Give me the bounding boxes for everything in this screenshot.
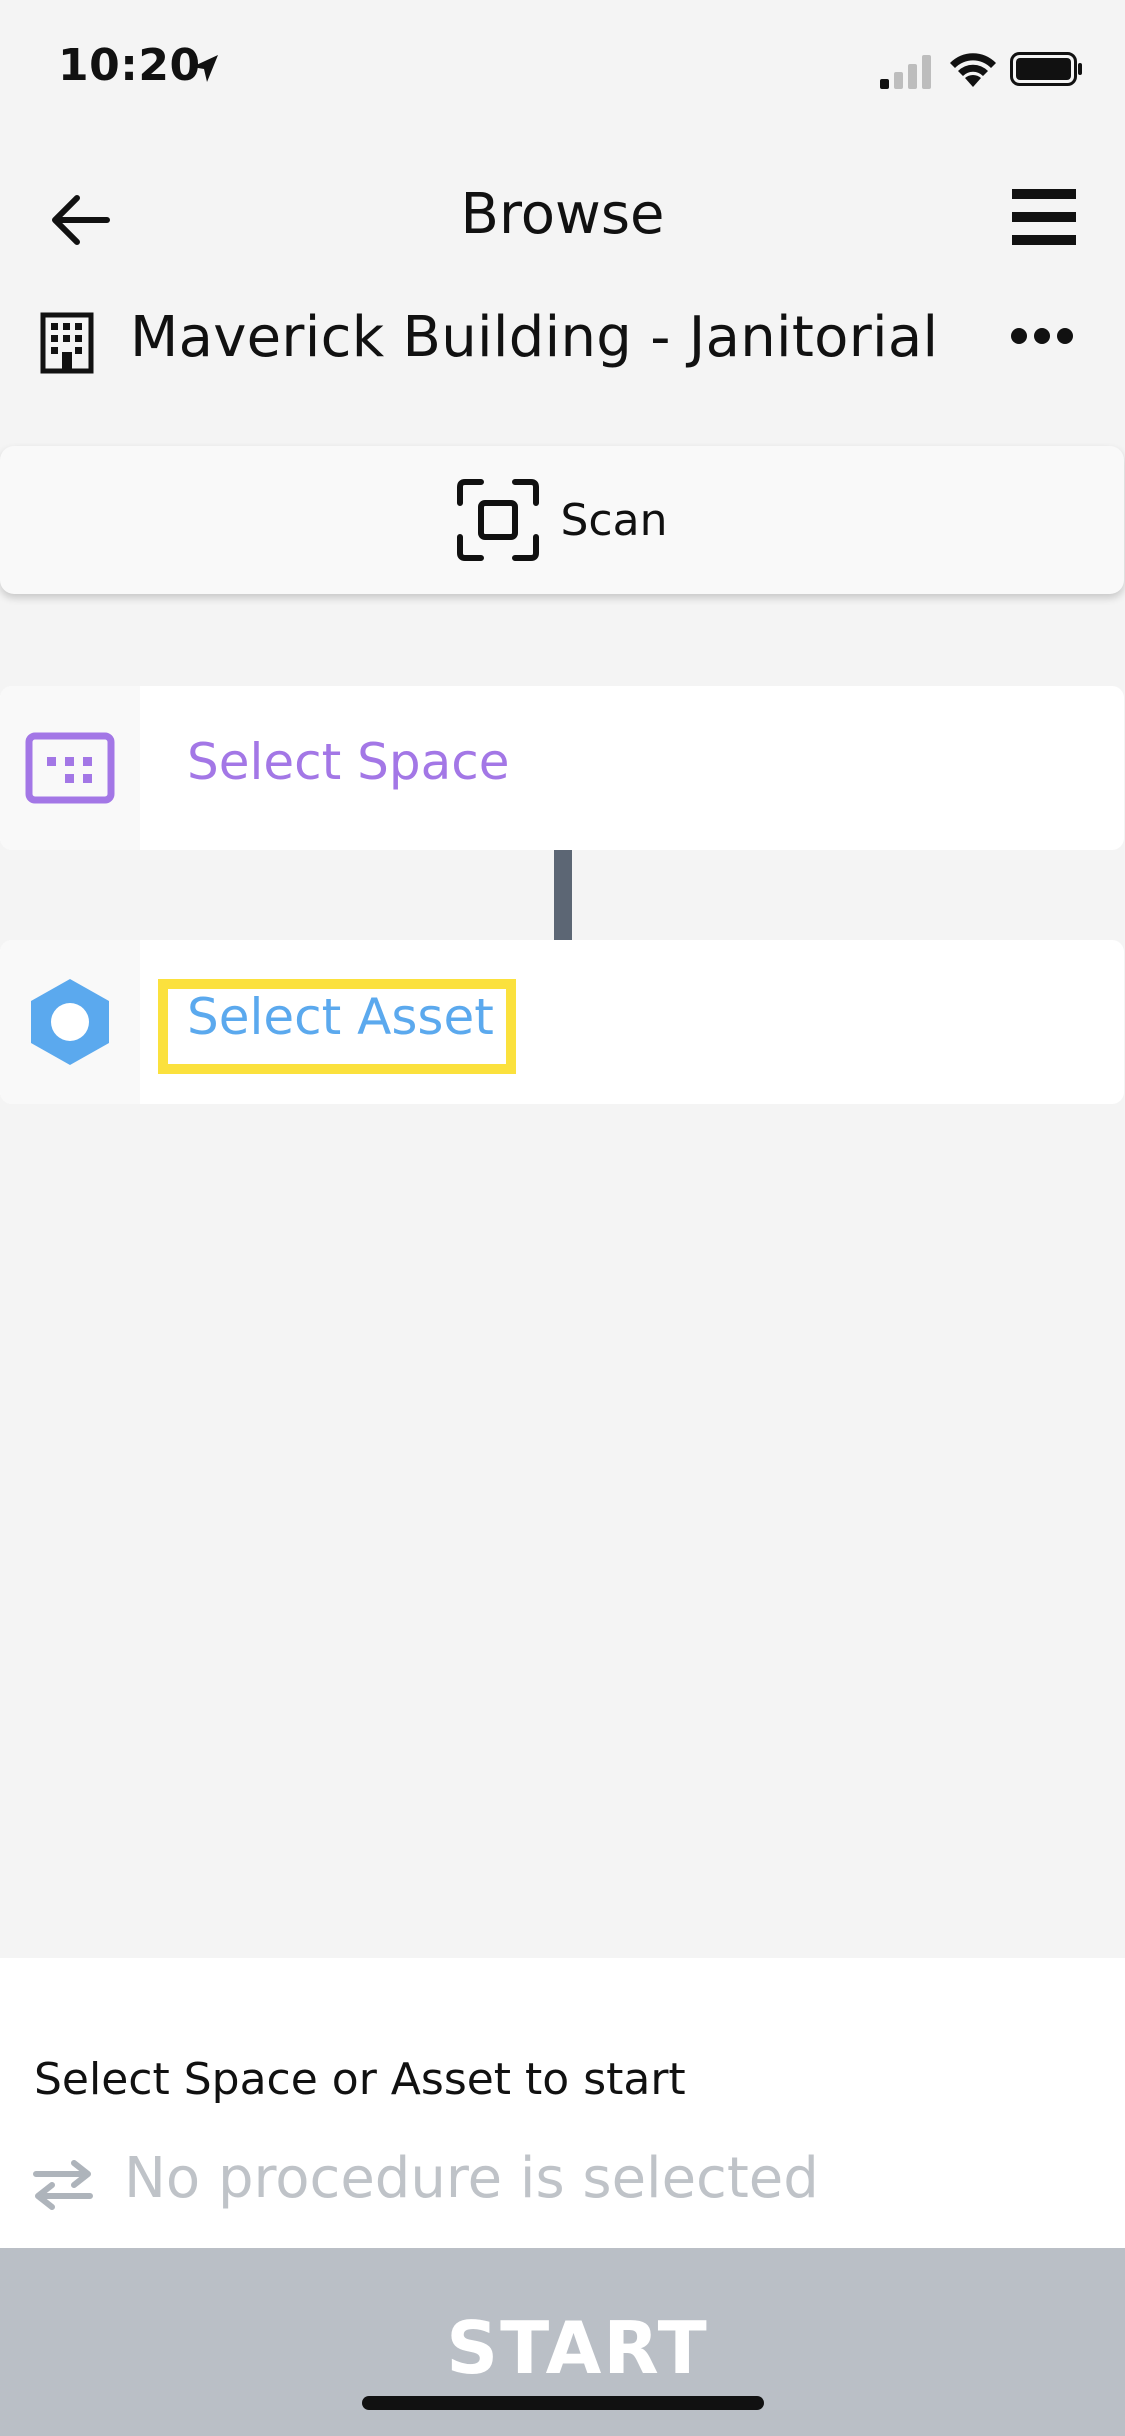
scan-frame-icon xyxy=(456,479,539,561)
signal-icon xyxy=(880,55,936,93)
building-name[interactable]: Maverick Building - Janitorial xyxy=(130,305,938,370)
hamburger-menu-icon xyxy=(1012,189,1076,245)
swap-arrows-icon xyxy=(32,2160,94,2214)
location-arrow-icon xyxy=(188,52,222,90)
building-icon xyxy=(40,312,94,378)
scan-label: Scan xyxy=(560,494,668,546)
page-title: Browse xyxy=(460,182,665,247)
space-icon xyxy=(25,732,115,804)
asset-icon-cell xyxy=(0,940,140,1104)
status-time: 10:20 xyxy=(58,40,201,91)
select-asset-label[interactable]: Select Asset xyxy=(187,988,494,1046)
wifi-icon xyxy=(948,49,998,93)
home-indicator xyxy=(362,2396,764,2410)
battery-icon xyxy=(1010,52,1084,90)
select-space-label[interactable]: Select Space xyxy=(187,733,510,791)
procedure-status[interactable]: No procedure is selected xyxy=(124,2146,819,2211)
start-hint: Select Space or Asset to start xyxy=(34,2054,686,2105)
select-space-row[interactable] xyxy=(0,686,1124,850)
space-icon-cell xyxy=(0,686,140,850)
start-label: START xyxy=(446,2306,709,2390)
asset-hexagon-icon xyxy=(31,979,109,1065)
more-dots-icon xyxy=(1011,328,1073,344)
menu-button[interactable] xyxy=(1010,185,1080,255)
connector-line xyxy=(554,850,572,940)
more-options-button[interactable] xyxy=(1010,325,1090,365)
scan-button[interactable]: Scan xyxy=(0,446,1124,594)
